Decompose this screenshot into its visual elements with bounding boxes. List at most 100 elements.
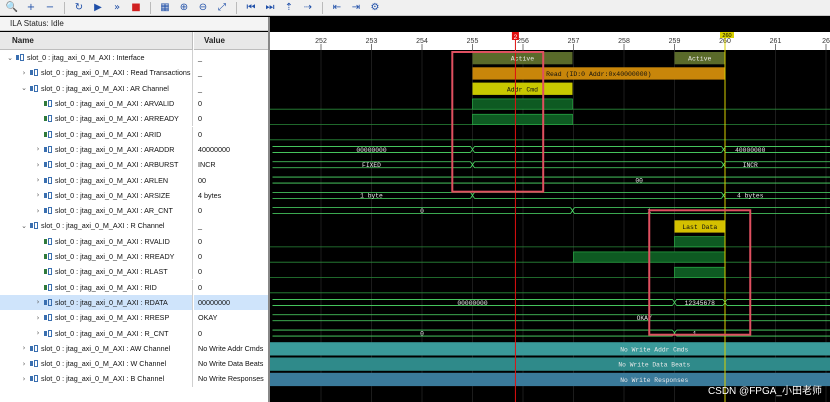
signal-row[interactable]: › slot_0 : jtag_axi_0_M_AXI : RDATA 000000… [0,294,268,311]
bit-signal-icon [44,268,53,276]
expand-chevron-icon[interactable]: › [34,207,42,215]
signal-name: slot_0 : jtag_axi_0_M_AXI : ARLEN [55,175,169,185]
signal-value: 00 [198,175,206,185]
bus-signal-icon [44,161,53,169]
bus-signal-icon [30,360,39,368]
value-column-header[interactable]: Value [194,32,268,50]
signal-value: _ [198,68,202,78]
zoom-in-icon[interactable]: ⊕ [176,1,192,15]
expand-chevron-icon[interactable]: › [34,191,42,199]
signal-name-cell: › slot_0 : jtag_axi_0_M_AXI : AW Channel [0,340,193,356]
expand-chevron-icon[interactable]: › [34,314,42,322]
signal-value: 00000000 [194,294,268,311]
signal-row[interactable]: ⌄ slot_0 : jtag_axi_0_M_AXI : AR Channel _ [0,80,268,96]
signal-value: _ [198,221,202,231]
collapse-chevron-icon[interactable]: ⌄ [6,54,14,62]
signal-row[interactable]: › slot_0 : jtag_axi_0_M_AXI : ARSIZE 4 byt… [0,187,268,203]
signal-name: slot_0 : jtag_axi_0_M_AXI : RVALID [55,236,170,246]
expand-chevron-icon[interactable]: › [20,69,28,77]
signal-value: 0 [198,114,202,124]
signal-value: 0 [198,236,202,246]
go-to-end-icon[interactable]: ⏭ [262,1,278,15]
signal-row[interactable]: › slot_0 : jtag_axi_0_M_AXI : W Channel No… [0,356,268,372]
signal-row[interactable]: › slot_0 : jtag_axi_0_M_AXI : AW Channel N… [0,340,268,356]
waveform-pane[interactable]: 252253254255256257258259260261262260Acti… [270,32,830,402]
fast-forward-icon[interactable]: » [109,1,125,15]
signal-name: slot_0 : jtag_axi_0_M_AXI : RDATA [55,297,168,307]
plus-icon[interactable]: + [23,1,39,15]
go-to-start-icon[interactable]: ⏮ [243,1,259,15]
signal-row[interactable]: slot_0 : jtag_axi_0_M_AXI : RREADY 0 [0,248,268,265]
signal-row[interactable]: › slot_0 : jtag_axi_0_M_AXI : R_CNT 0 [0,325,268,341]
signal-name-cell: › slot_0 : jtag_axi_0_M_AXI : Read Transa… [0,65,193,81]
signal-name: slot_0 : jtag_axi_0_M_AXI : ARREADY [55,114,179,124]
ila-status: ILA Status: Idle [0,17,268,31]
name-column-header[interactable]: Name [0,32,193,50]
signal-row[interactable]: › slot_0 : jtag_axi_0_M_AXI : Read Transa… [0,65,268,81]
zoom-out-icon[interactable]: ⊖ [195,1,211,15]
expand-chevron-icon[interactable]: › [20,360,28,368]
bus-value-label: 40000000 [735,147,765,154]
ruler-tick-label: 254 [416,38,428,45]
signal-list-pane: Name Value ⌄ slot_0 : jtag_axi_0_M_AXI : … [0,32,268,402]
signal-name: slot_0 : jtag_axi_0_M_AXI : ARADDR [55,144,175,154]
signal-row[interactable]: › slot_0 : jtag_axi_0_M_AXI : AR_CNT 0 [0,203,268,219]
next-marker-icon[interactable]: ⇢ [300,1,316,15]
signal-row[interactable]: slot_0 : jtag_axi_0_M_AXI : RLAST 0 [0,264,268,280]
signal-row[interactable]: slot_0 : jtag_axi_0_M_AXI : RVALID 0 [0,233,268,249]
signal-name: slot_0 : jtag_axi_0_M_AXI : RLAST [55,267,168,277]
signal-name: slot_0 : jtag_axi_0_M_AXI : ARSIZE [55,190,171,200]
signal-row[interactable]: › slot_0 : jtag_axi_0_M_AXI : B Channel No… [0,371,268,387]
signal-value: 0 [198,99,202,109]
align-left-icon[interactable]: ⇤ [329,1,345,15]
bit-high-pulse [674,236,726,248]
signal-row[interactable]: ⌄ slot_0 : jtag_axi_0_M_AXI : R Channel _ [0,218,268,234]
expand-chevron-icon[interactable]: › [34,145,42,153]
bus-signal-icon [44,145,53,153]
expand-chevron-icon[interactable]: › [34,176,42,184]
expand-chevron-icon[interactable]: › [20,344,28,352]
play-icon[interactable]: ▶ [90,1,106,15]
expand-chevron-icon[interactable]: › [34,298,42,306]
signal-row[interactable]: slot_0 : jtag_axi_0_M_AXI : ARREADY 0 [0,111,268,127]
signal-row[interactable]: ⌄ slot_0 : jtag_axi_0_M_AXI : Interface _ [0,50,268,66]
expand-chevron-icon[interactable]: › [34,161,42,169]
settings-icon[interactable]: ⚙ [367,1,383,15]
expand-chevron-icon[interactable]: › [20,375,28,383]
signal-row[interactable]: slot_0 : jtag_axi_0_M_AXI : ARID 0 [0,126,268,142]
signal-name: slot_0 : jtag_axi_0_M_AXI : R Channel [41,221,165,231]
add-marker-icon[interactable]: ⇡ [281,1,297,15]
signal-name-cell: slot_0 : jtag_axi_0_M_AXI : ARREADY [0,111,193,127]
expand-chevron-icon[interactable]: › [34,329,42,337]
signal-row[interactable]: › slot_0 : jtag_axi_0_M_AXI : ARLEN 00 [0,172,268,188]
stop-icon[interactable]: ■ [128,1,144,15]
refresh-icon[interactable]: ↻ [71,1,87,15]
ruler-tick-label: 26 [822,38,830,45]
signal-name-cell: › slot_0 : jtag_axi_0_M_AXI : R_CNT [0,325,193,341]
minus-icon[interactable]: − [42,1,58,15]
signal-row[interactable]: › slot_0 : jtag_axi_0_M_AXI : ARBURST INCR [0,157,268,173]
signal-name: slot_0 : jtag_axi_0_M_AXI : B Channel [41,374,165,384]
align-right-icon[interactable]: ⇥ [348,1,364,15]
signal-row[interactable]: slot_0 : jtag_axi_0_M_AXI : RID 0 [0,279,268,295]
grid-icon[interactable]: ▦ [157,1,173,15]
signal-name-cell: slot_0 : jtag_axi_0_M_AXI : ARVALID [0,95,193,112]
ruler-tick-label: 261 [770,38,782,45]
bus-signal-icon [30,344,39,352]
collapse-chevron-icon[interactable]: ⌄ [20,84,28,92]
b-no-resp-bar-label: No Write Responses [620,377,688,384]
signal-row[interactable]: › slot_0 : jtag_axi_0_M_AXI : RRESP OKAY [0,310,268,326]
interface-active-box-label: Active [511,56,535,63]
signal-row[interactable]: slot_0 : jtag_axi_0_M_AXI : ARVALID 0 [0,95,268,112]
waveform-canvas[interactable]: 252253254255256257258259260261262260Acti… [270,32,830,402]
trigger-marker-label: 260 [722,33,731,39]
zoom-fit-icon[interactable]: ⤢ [214,1,230,15]
signal-name-cell: › slot_0 : jtag_axi_0_M_AXI : RDATA [0,294,193,311]
search-icon[interactable]: 🔍 [4,1,20,15]
signal-name: slot_0 : jtag_axi_0_M_AXI : RRESP [55,313,170,323]
collapse-chevron-icon[interactable]: ⌄ [20,222,28,230]
signal-name-cell: › slot_0 : jtag_axi_0_M_AXI : RRESP [0,310,193,326]
bus-signal-icon [44,191,53,199]
signal-row[interactable]: › slot_0 : jtag_axi_0_M_AXI : ARADDR 40000… [0,141,268,158]
bus-value-label: 0 [420,330,424,337]
